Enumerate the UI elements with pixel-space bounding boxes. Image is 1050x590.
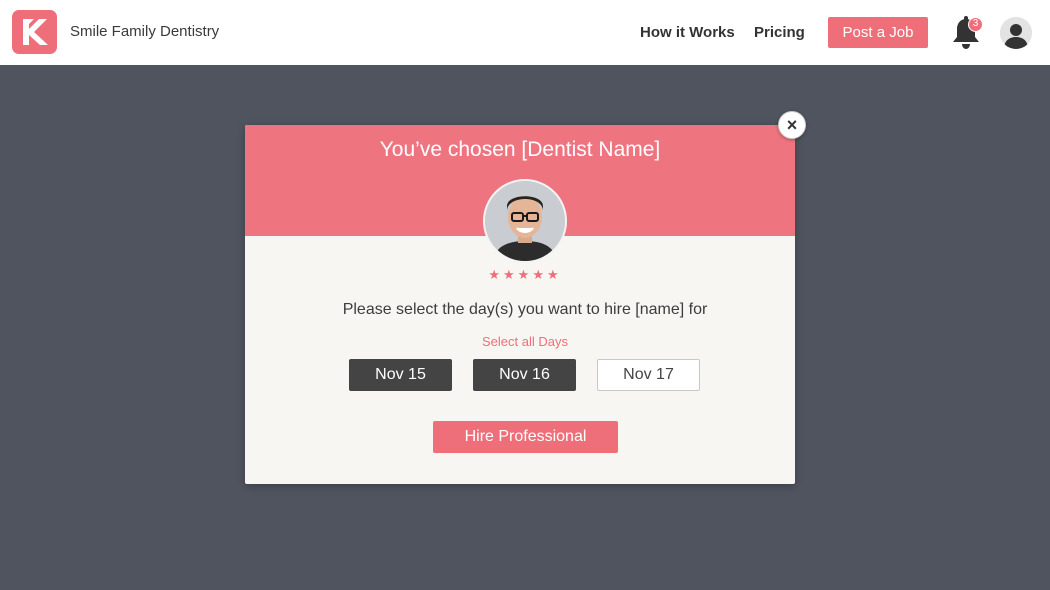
day-option-nov-15[interactable]: Nov 15 — [349, 359, 452, 391]
day-option-nov-17[interactable]: Nov 17 — [597, 359, 700, 391]
day-selection-prompt: Please select the day(s) you want to hir… — [342, 301, 708, 318]
nav-how-it-works[interactable]: How it Works — [640, 24, 735, 41]
post-a-job-button[interactable]: Post a Job — [828, 17, 928, 48]
notification-badge: 3 — [968, 17, 983, 32]
dentist-avatar — [483, 179, 567, 263]
k-logo-icon[interactable] — [12, 10, 57, 54]
dialog-title: You’ve chosen [Dentist Name] — [379, 138, 661, 161]
top-navbar: Smile Family Dentistry How it Works Pric… — [0, 0, 1050, 65]
select-all-days-link[interactable]: Select all Days — [245, 334, 805, 349]
bell-icon[interactable]: 3 — [950, 15, 983, 51]
close-icon[interactable]: × — [778, 111, 806, 139]
hire-dialog: You’ve chosen [Dentist Name] ★★★★★ Pleas… — [245, 125, 795, 484]
user-avatar-icon[interactable] — [1000, 17, 1032, 49]
organization-name: Smile Family Dentistry — [70, 23, 220, 40]
rating-stars: ★★★★★ — [488, 267, 562, 282]
nav-pricing[interactable]: Pricing — [754, 24, 805, 41]
day-option-nov-16[interactable]: Nov 16 — [473, 359, 576, 391]
hire-professional-button[interactable]: Hire Professional — [433, 421, 618, 453]
